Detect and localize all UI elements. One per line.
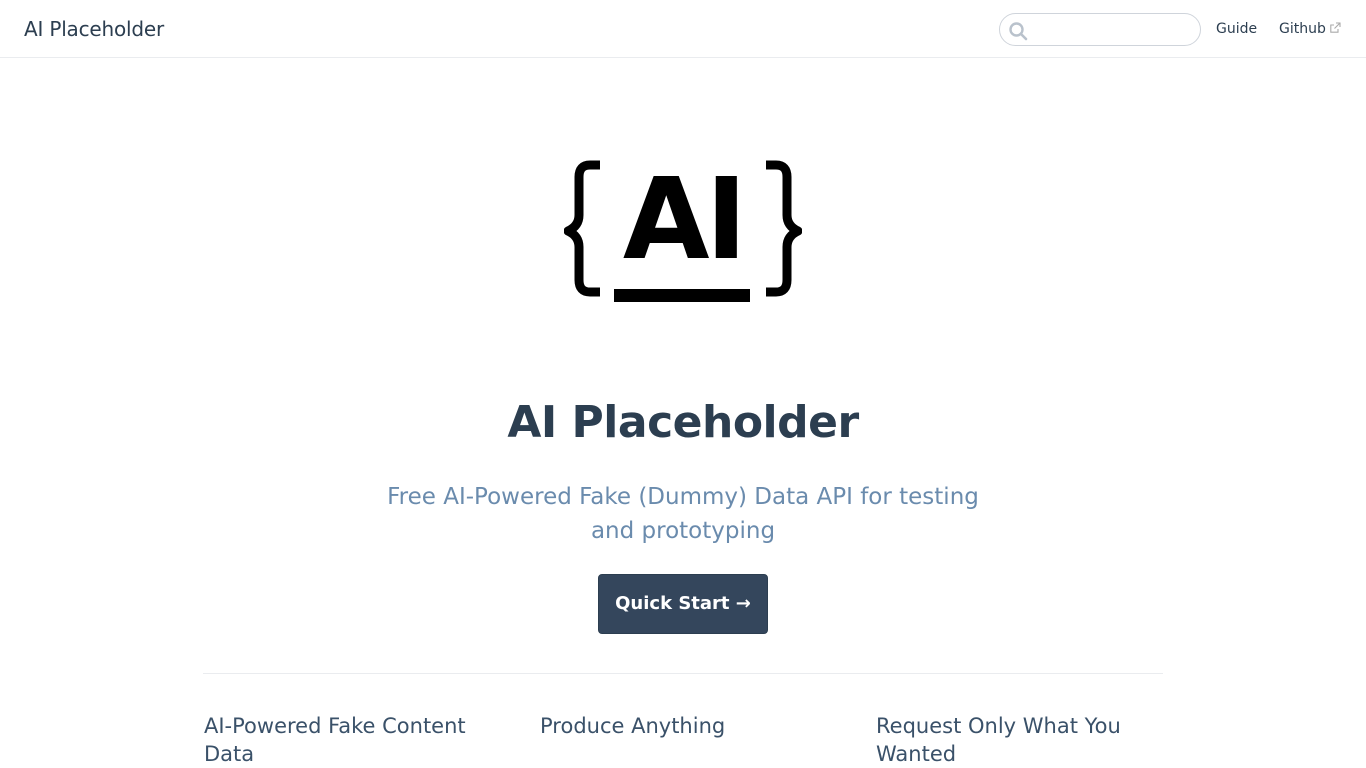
feature-card: Produce Anything bbox=[540, 712, 830, 740]
quick-start-button[interactable]: Quick Start → bbox=[598, 574, 768, 634]
nav-link-label: Github bbox=[1279, 21, 1326, 37]
nav-link-label: Guide bbox=[1216, 21, 1258, 37]
search-input[interactable] bbox=[1032, 18, 1192, 42]
feature-title: AI-Powered Fake Content Data bbox=[204, 714, 466, 766]
nav-link-guide[interactable]: Guide bbox=[1216, 20, 1257, 38]
feature-card: Request Only What You Wanted bbox=[876, 712, 1166, 768]
hero-logo: AI bbox=[563, 155, 803, 306]
nav-link-github[interactable]: Github bbox=[1279, 20, 1341, 38]
feature-title: Request Only What You Wanted bbox=[876, 714, 1121, 766]
external-link-icon bbox=[1330, 22, 1341, 33]
feature-title: Produce Anything bbox=[540, 714, 726, 738]
search-box[interactable] bbox=[999, 13, 1201, 46]
search-icon bbox=[1009, 22, 1028, 41]
logo-text: AI bbox=[623, 160, 743, 285]
site-name-link[interactable]: AI Placeholder bbox=[24, 16, 164, 42]
navbar: AI Placeholder Guide Github bbox=[0, 0, 1366, 58]
divider bbox=[203, 673, 1163, 674]
feature-card: AI-Powered Fake Content Data bbox=[204, 712, 494, 768]
hero-title: AI Placeholder bbox=[507, 397, 859, 448]
hero-description: Free AI-Powered Fake (Dummy) Data API fo… bbox=[387, 484, 979, 544]
ai-logo-icon: AI bbox=[563, 155, 803, 302]
